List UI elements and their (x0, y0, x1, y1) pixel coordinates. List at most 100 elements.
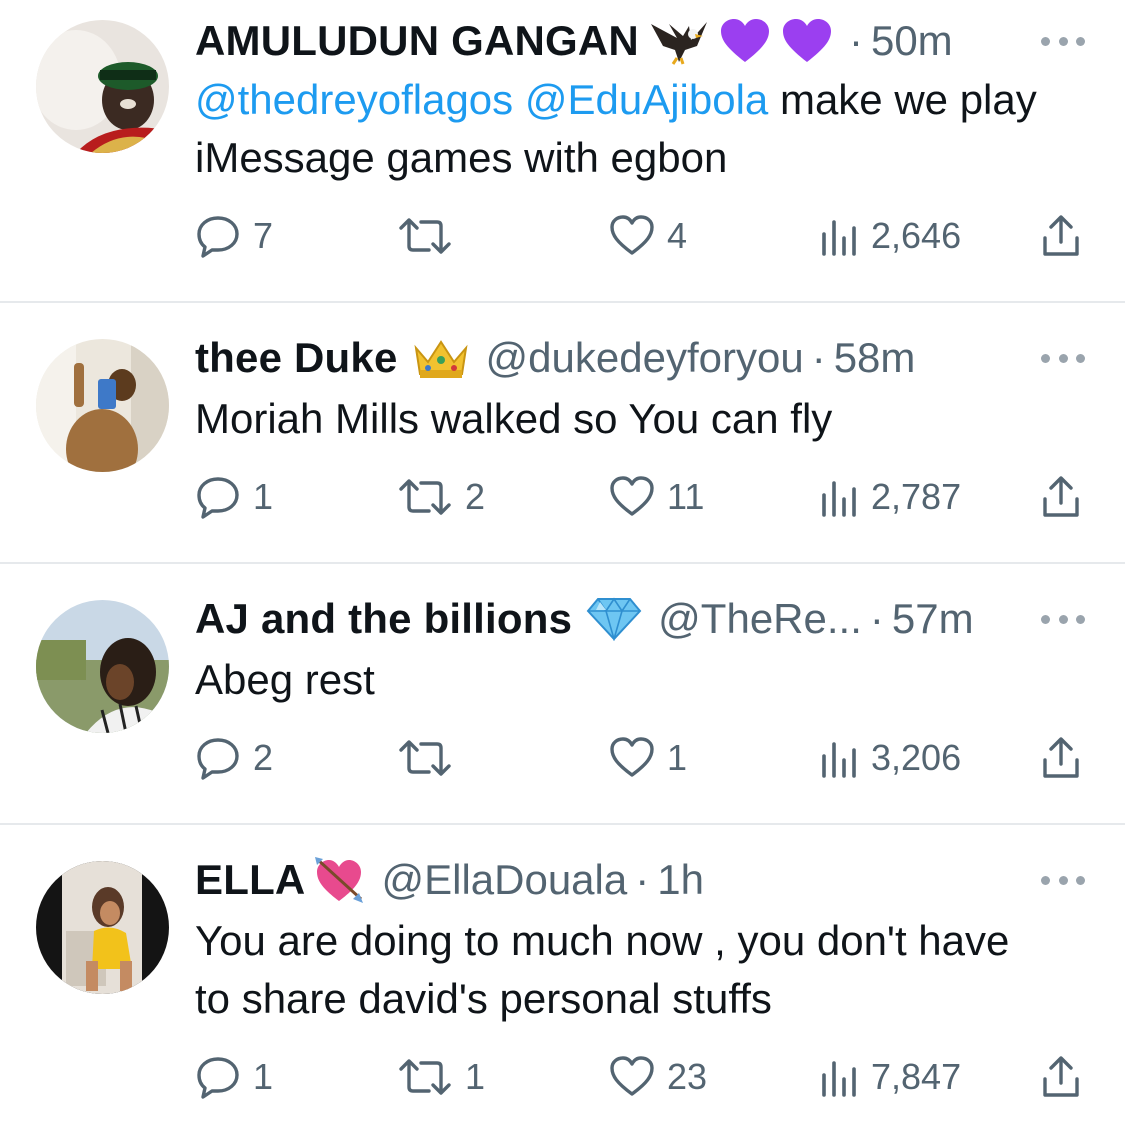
separator-dot: · (848, 17, 863, 64)
tweet-text: @thedreyoflagos @EduAjibola make we play… (195, 71, 1055, 187)
views-count: 7,847 (871, 1056, 962, 1097)
tweet[interactable]: AMULUDUN GANGAN · 50m @thedreyoflagos @E… (0, 0, 1125, 302)
like-button[interactable]: 23 (609, 1052, 707, 1102)
views-chart-icon (822, 1061, 856, 1097)
heart-icon (610, 737, 654, 777)
tweet-header: ELLA @EllaDouala · 1h (195, 850, 704, 910)
eagle-emoji-icon (649, 16, 711, 66)
retweet-count: 1 (465, 1056, 486, 1097)
timestamp[interactable]: 1h (657, 859, 704, 901)
tweet[interactable]: thee Duke @dukedeyforyou · 58m Moriah Mi… (0, 303, 1125, 563)
retweet-button[interactable] (397, 733, 465, 783)
tweet[interactable]: ELLA @EllaDouala · 1h You are doing to m… (0, 825, 1125, 1135)
more-options-icon[interactable] (1041, 612, 1085, 626)
timestamp[interactable]: 58m (834, 337, 916, 379)
share-button[interactable] (1041, 211, 1081, 261)
reply-icon (197, 1057, 239, 1099)
heart-icon (610, 1056, 654, 1096)
views-count: 3,206 (871, 737, 962, 778)
reply-count: 1 (253, 1056, 274, 1097)
heart-icon (610, 476, 654, 516)
views-chart-icon (822, 481, 856, 517)
user-handle[interactable]: @EllaDouala (381, 859, 627, 901)
share-button[interactable] (1041, 733, 1081, 783)
heart-icon (610, 215, 654, 255)
reply-button[interactable]: 2 (195, 733, 273, 783)
views-button[interactable]: 2,787 (819, 472, 961, 522)
timestamp[interactable]: 57m (892, 598, 974, 640)
reply-icon (197, 216, 239, 258)
purple-heart-emoji-icon (781, 16, 833, 66)
like-button[interactable]: 4 (609, 211, 687, 261)
tweet-text: Abeg rest (195, 656, 375, 703)
avatar[interactable] (36, 600, 169, 733)
tweet-text: Moriah Mills walked so You can fly (195, 395, 833, 442)
user-handle[interactable]: @dukedeyforyou (486, 337, 804, 379)
like-button[interactable]: 11 (609, 472, 704, 522)
reply-button[interactable]: 1 (195, 472, 273, 522)
mention-link[interactable]: @EduAjibola (525, 76, 768, 123)
more-options-icon[interactable] (1041, 351, 1085, 365)
reply-button[interactable]: 1 (195, 1052, 273, 1102)
like-count: 4 (667, 215, 688, 256)
tweet-actions: 2 1 3,206 (195, 733, 1095, 783)
share-button[interactable] (1041, 1052, 1081, 1102)
reply-count: 2 (253, 737, 274, 778)
avatar[interactable] (36, 339, 169, 472)
reply-count: 1 (253, 476, 274, 517)
like-count: 11 (667, 476, 705, 517)
share-icon (1043, 215, 1079, 256)
heart-with-arrow-emoji-icon (313, 855, 365, 905)
tweet-header: AJ and the billions @TheRe... · 57m (195, 589, 974, 649)
gem-emoji-icon (586, 594, 642, 644)
views-chart-icon (822, 742, 856, 778)
tweet-actions: 7 4 2,646 (195, 211, 1095, 261)
reply-icon (197, 477, 239, 519)
share-button[interactable] (1041, 472, 1081, 522)
views-button[interactable]: 2,646 (819, 211, 961, 261)
display-name[interactable]: AMULUDUN GANGAN (195, 20, 639, 62)
like-count: 23 (667, 1056, 708, 1097)
views-count: 2,787 (871, 476, 962, 517)
separator-dot: · (635, 856, 650, 903)
retweet-icon (399, 1059, 451, 1095)
retweet-button[interactable] (397, 211, 465, 261)
like-button[interactable]: 1 (609, 733, 687, 783)
tweet-actions: 1 1 23 7,847 (195, 1052, 1095, 1102)
tweet-header: thee Duke @dukedeyforyou · 58m (195, 328, 915, 388)
retweet-button[interactable]: 1 (397, 1052, 485, 1102)
display-name[interactable]: ELLA (195, 859, 305, 901)
display-name[interactable]: AJ and the billions (195, 598, 572, 640)
share-icon (1043, 1056, 1079, 1097)
views-button[interactable]: 3,206 (819, 733, 961, 783)
timestamp[interactable]: 50m (871, 20, 953, 62)
user-handle[interactable]: @TheRe... (658, 598, 862, 640)
retweet-button[interactable]: 2 (397, 472, 485, 522)
share-icon (1043, 737, 1079, 778)
display-name[interactable]: thee Duke (195, 337, 398, 379)
avatar[interactable] (36, 861, 169, 994)
reply-button[interactable]: 7 (195, 211, 273, 261)
tweet[interactable]: AJ and the billions @TheRe... · 57m Abeg… (0, 564, 1125, 824)
purple-heart-emoji-icon (719, 16, 771, 66)
tweet-header: AMULUDUN GANGAN · 50m (195, 11, 953, 71)
retweet-count: 2 (465, 476, 486, 517)
retweet-icon (399, 740, 451, 776)
tweet-text: You are doing to much now , you don't ha… (195, 917, 1010, 1022)
avatar[interactable] (36, 20, 169, 153)
like-count: 1 (667, 737, 688, 778)
retweet-icon (399, 479, 451, 515)
tweet-actions: 1 2 11 2,787 (195, 472, 1095, 522)
separator-dot: · (869, 595, 884, 642)
views-count: 2,646 (871, 215, 962, 256)
mention-link[interactable]: @thedreyoflagos (195, 76, 513, 123)
crown-emoji-icon (412, 333, 470, 383)
views-button[interactable]: 7,847 (819, 1052, 961, 1102)
share-icon (1043, 476, 1079, 517)
reply-count: 7 (253, 215, 274, 256)
views-chart-icon (822, 220, 856, 256)
more-options-icon[interactable] (1041, 873, 1085, 887)
retweet-icon (399, 218, 451, 254)
reply-icon (197, 738, 239, 780)
more-options-icon[interactable] (1041, 34, 1085, 48)
